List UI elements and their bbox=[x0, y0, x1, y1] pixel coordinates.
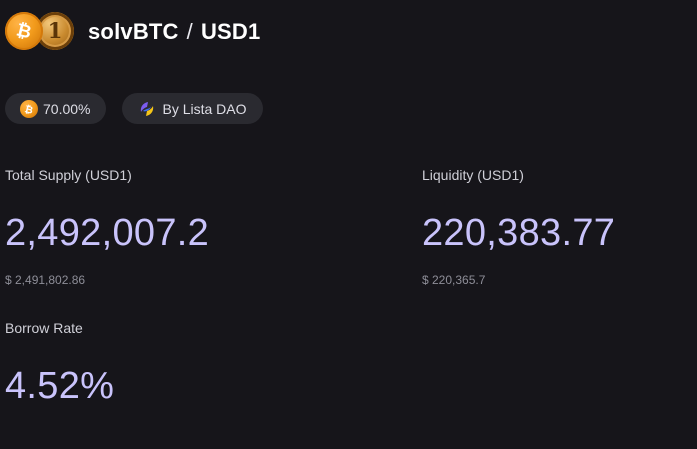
lista-dao-logo-icon bbox=[137, 99, 157, 119]
total-supply-usd: $ 2,491,802.86 bbox=[5, 273, 86, 287]
svg-text:1: 1 bbox=[48, 19, 63, 43]
liquidity-label: Liquidity (USD1) bbox=[422, 167, 524, 183]
borrow-rate-value: 4.52% bbox=[5, 365, 115, 407]
borrow-rate-label: Borrow Rate bbox=[5, 320, 83, 336]
curator-badge[interactable]: By Lista DAO bbox=[122, 93, 263, 124]
bitcoin-coin-icon: ₿ bbox=[5, 12, 43, 50]
liquidity-value: 220,383.77 bbox=[422, 212, 616, 254]
token-pair-icons: ₿ 1 bbox=[5, 11, 75, 53]
market-header: ₿ 1 solvBTC / USD1 bbox=[5, 11, 260, 53]
base-token-symbol: solvBTC bbox=[88, 19, 179, 44]
borrow-rate-stat: Borrow Rate 4.52% bbox=[5, 320, 114, 405]
liquidity-usd: $ 220,365.7 bbox=[422, 273, 486, 287]
total-supply-stat: Total Supply (USD1) 2,492,007.2 $ 2,491,… bbox=[5, 167, 209, 287]
total-supply-value: 2,492,007.2 bbox=[5, 212, 210, 254]
curator-label: By Lista DAO bbox=[162, 100, 247, 117]
pair-separator: / bbox=[186, 19, 193, 44]
quote-token-symbol: USD1 bbox=[200, 19, 261, 44]
pair-title: solvBTC / USD1 bbox=[88, 19, 260, 45]
bitcoin-icon: ₿ bbox=[20, 99, 38, 118]
svg-text:₿: ₿ bbox=[14, 20, 33, 42]
liquidity-stat: Liquidity (USD1) 220,383.77 $ 220,365.7 bbox=[422, 167, 615, 287]
svg-text:₿: ₿ bbox=[23, 103, 34, 115]
total-supply-label: Total Supply (USD1) bbox=[5, 167, 132, 183]
market-tags: ₿ 70.00% By Lista DAO bbox=[5, 93, 263, 124]
ltv-value: 70.00% bbox=[43, 100, 91, 117]
ltv-badge: ₿ 70.00% bbox=[5, 93, 107, 124]
